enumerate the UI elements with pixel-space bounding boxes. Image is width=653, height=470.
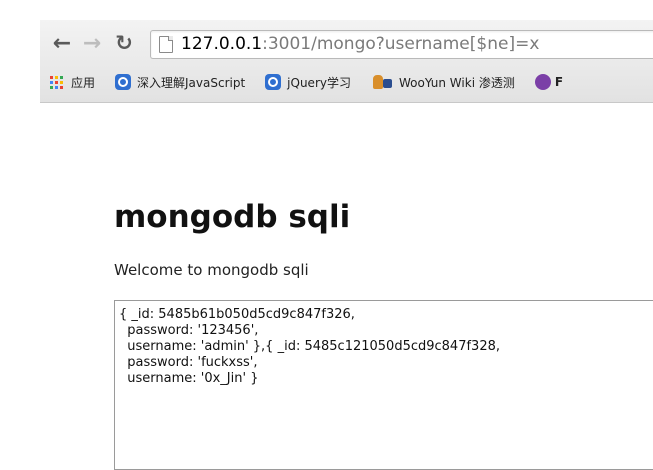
result-line: { _id: 5485b61b050d5cd9c847f326, <box>119 307 355 322</box>
back-arrow-icon[interactable]: ← <box>50 31 74 56</box>
url-path: :3001/mongo?username[$ne]=x <box>262 34 540 54</box>
bookmark-label: F <box>554 75 564 89</box>
bookmark-wooyun[interactable]: WooYun Wiki 渗透测 <box>371 73 515 91</box>
bookmark-apps[interactable]: 应用 <box>50 74 95 91</box>
bookmark-label: 深入理解JavaScript <box>137 75 246 90</box>
bookmark-label: jQuery学习 <box>287 75 351 90</box>
query-result-box: { _id: 5485b61b050d5cd9c847f326, passwor… <box>114 300 653 470</box>
result-line: password: '123456', <box>119 323 259 338</box>
result-line: password: 'fuckxss', <box>119 355 258 370</box>
bookmark-javascript[interactable]: 深入理解JavaScript <box>115 74 245 91</box>
site-favicon-icon <box>265 74 282 90</box>
site-favicon-icon <box>115 74 132 90</box>
bookmark-label: WooYun Wiki 渗透测 <box>398 75 515 90</box>
forward-arrow-icon[interactable]: → <box>80 31 104 56</box>
reload-icon[interactable]: ↻ <box>112 31 136 55</box>
bug-favicon-icon <box>534 74 551 90</box>
bookmark-label: 应用 <box>71 75 96 90</box>
bookmark-cut-off[interactable]: F <box>534 74 564 90</box>
page-content: mongodb sqli Welcome to mongodb sqli { _… <box>40 103 653 470</box>
result-line: username: 'admin' },{ _id: 5485c121050d5… <box>119 339 500 354</box>
apps-grid-icon <box>50 75 63 89</box>
page-icon <box>159 36 173 53</box>
wooyun-favicon-icon <box>371 73 393 91</box>
url-host: 127.0.0.1 <box>181 34 263 54</box>
browser-toolbar: ← → ↻ 127.0.0.1:3001/mongo?username[$ne]… <box>40 20 653 103</box>
bookmarks-bar: 应用 深入理解JavaScript jQuery学习 WooYun Wiki 渗… <box>40 67 653 97</box>
address-bar[interactable]: 127.0.0.1:3001/mongo?username[$ne]=x <box>150 30 653 59</box>
welcome-text: Welcome to mongodb sqli <box>114 261 309 279</box>
url-text[interactable]: 127.0.0.1:3001/mongo?username[$ne]=x <box>181 34 539 54</box>
result-line: username: '0x_Jin' } <box>119 371 259 386</box>
bookmark-jquery[interactable]: jQuery学习 <box>265 74 351 91</box>
page-title: mongodb sqli <box>114 199 351 235</box>
